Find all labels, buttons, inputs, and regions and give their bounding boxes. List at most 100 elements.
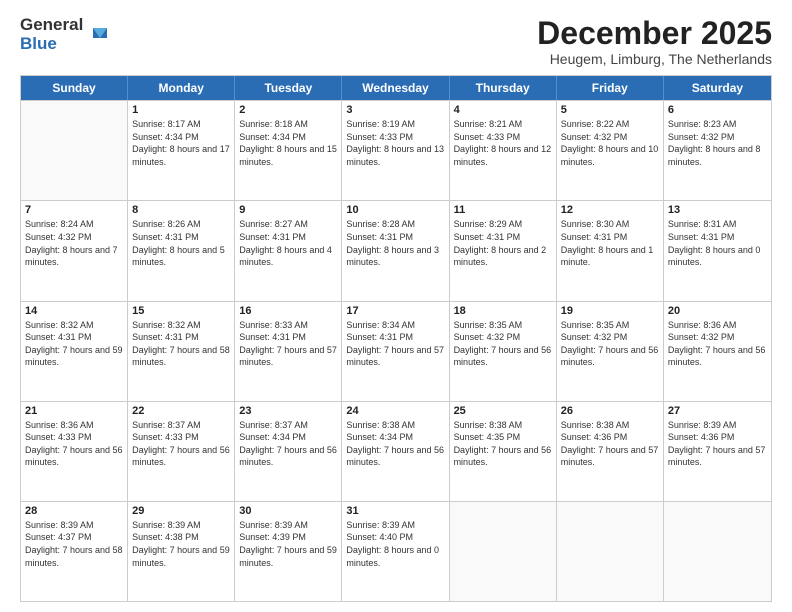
day-number: 18: [454, 305, 552, 317]
calendar-cell: [664, 502, 771, 601]
calendar-cell: 8Sunrise: 8:26 AM Sunset: 4:31 PM Daylig…: [128, 201, 235, 300]
day-number: 5: [561, 104, 659, 116]
location: Heugem, Limburg, The Netherlands: [537, 51, 772, 67]
day-number: 13: [668, 204, 767, 216]
header-day: Monday: [128, 76, 235, 100]
day-number: 11: [454, 204, 552, 216]
day-number: 29: [132, 505, 230, 517]
header: General Blue December 2025 Heugem, Limbu…: [20, 16, 772, 67]
calendar-row: 14 Sunrise: 8:32 AM Sunset: 4:31 PM Dayli…: [21, 301, 771, 401]
calendar-cell: 23 Sunrise: 8:37 AM Sunset: 4:34 PM Dayli…: [235, 402, 342, 501]
calendar: SundayMondayTuesdayWednesdayThursdayFrid…: [20, 75, 772, 602]
calendar-cell: 6 Sunrise: 8:23 AM Sunset: 4:32 PM Daylig…: [664, 101, 771, 200]
calendar-row: 1Sunrise: 8:17 AM Sunset: 4:34 PM Daylig…: [21, 100, 771, 200]
calendar-cell: 22 Sunrise: 8:37 AM Sunset: 4:33 PM Dayli…: [128, 402, 235, 501]
day-number: 19: [561, 305, 659, 317]
cell-details: Sunrise: 8:38 AM Sunset: 4:35 PM Dayligh…: [454, 419, 552, 469]
cell-details: Sunrise: 8:24 AM Sunset: 4:32 PM Dayligh…: [25, 218, 123, 268]
calendar-cell: 2 Sunrise: 8:18 AM Sunset: 4:34 PM Daylig…: [235, 101, 342, 200]
calendar-cell: 18 Sunrise: 8:35 AM Sunset: 4:32 PM Dayli…: [450, 302, 557, 401]
calendar-cell: 16Sunrise: 8:33 AM Sunset: 4:31 PM Dayli…: [235, 302, 342, 401]
day-number: 1: [132, 104, 230, 116]
calendar-cell: 28Sunrise: 8:39 AM Sunset: 4:37 PM Dayli…: [21, 502, 128, 601]
header-day: Sunday: [21, 76, 128, 100]
day-number: 12: [561, 204, 659, 216]
calendar-row: 28Sunrise: 8:39 AM Sunset: 4:37 PM Dayli…: [21, 501, 771, 601]
calendar-cell: 7 Sunrise: 8:24 AM Sunset: 4:32 PM Daylig…: [21, 201, 128, 300]
calendar-cell: 29 Sunrise: 8:39 AM Sunset: 4:38 PM Dayli…: [128, 502, 235, 601]
calendar-cell: 17Sunrise: 8:34 AM Sunset: 4:31 PM Dayli…: [342, 302, 449, 401]
day-number: 14: [25, 305, 123, 317]
cell-details: Sunrise: 8:39 AM Sunset: 4:36 PM Dayligh…: [668, 419, 767, 469]
header-day: Wednesday: [342, 76, 449, 100]
calendar-row: 21 Sunrise: 8:36 AM Sunset: 4:33 PM Dayli…: [21, 401, 771, 501]
logo-blue: Blue: [20, 35, 83, 54]
calendar-cell: 9Sunrise: 8:27 AM Sunset: 4:31 PM Daylig…: [235, 201, 342, 300]
day-number: 28: [25, 505, 123, 517]
day-number: 10: [346, 204, 444, 216]
title-block: December 2025 Heugem, Limburg, The Nethe…: [537, 16, 772, 67]
calendar-row: 7 Sunrise: 8:24 AM Sunset: 4:32 PM Daylig…: [21, 200, 771, 300]
cell-details: Sunrise: 8:38 AM Sunset: 4:36 PM Dayligh…: [561, 419, 659, 469]
cell-details: Sunrise: 8:39 AM Sunset: 4:40 PM Dayligh…: [346, 519, 444, 569]
calendar-cell: 25 Sunrise: 8:38 AM Sunset: 4:35 PM Dayli…: [450, 402, 557, 501]
month-title: December 2025: [537, 16, 772, 51]
cell-details: Sunrise: 8:33 AM Sunset: 4:31 PM Dayligh…: [239, 319, 337, 369]
calendar-cell: 3Sunrise: 8:19 AM Sunset: 4:33 PM Daylig…: [342, 101, 449, 200]
calendar-cell: 11 Sunrise: 8:29 AM Sunset: 4:31 PM Dayli…: [450, 201, 557, 300]
day-number: 7: [25, 204, 123, 216]
cell-details: Sunrise: 8:18 AM Sunset: 4:34 PM Dayligh…: [239, 118, 337, 168]
day-number: 27: [668, 405, 767, 417]
day-number: 24: [346, 405, 444, 417]
header-day: Thursday: [450, 76, 557, 100]
day-number: 31: [346, 505, 444, 517]
logo-icon: [85, 24, 107, 46]
header-day: Saturday: [664, 76, 771, 100]
cell-details: Sunrise: 8:37 AM Sunset: 4:34 PM Dayligh…: [239, 419, 337, 469]
calendar-cell: 5Sunrise: 8:22 AM Sunset: 4:32 PM Daylig…: [557, 101, 664, 200]
calendar-cell: 24 Sunrise: 8:38 AM Sunset: 4:34 PM Dayli…: [342, 402, 449, 501]
day-number: 26: [561, 405, 659, 417]
calendar-header: SundayMondayTuesdayWednesdayThursdayFrid…: [21, 76, 771, 100]
day-number: 2: [239, 104, 337, 116]
cell-details: Sunrise: 8:39 AM Sunset: 4:38 PM Dayligh…: [132, 519, 230, 569]
day-number: 25: [454, 405, 552, 417]
cell-details: Sunrise: 8:37 AM Sunset: 4:33 PM Dayligh…: [132, 419, 230, 469]
day-number: 3: [346, 104, 444, 116]
calendar-cell: 26 Sunrise: 8:38 AM Sunset: 4:36 PM Dayli…: [557, 402, 664, 501]
cell-details: Sunrise: 8:28 AM Sunset: 4:31 PM Dayligh…: [346, 218, 444, 268]
cell-details: Sunrise: 8:38 AM Sunset: 4:34 PM Dayligh…: [346, 419, 444, 469]
calendar-cell: 27 Sunrise: 8:39 AM Sunset: 4:36 PM Dayli…: [664, 402, 771, 501]
cell-details: Sunrise: 8:39 AM Sunset: 4:39 PM Dayligh…: [239, 519, 337, 569]
calendar-cell: 31 Sunrise: 8:39 AM Sunset: 4:40 PM Dayli…: [342, 502, 449, 601]
cell-details: Sunrise: 8:27 AM Sunset: 4:31 PM Dayligh…: [239, 218, 337, 268]
calendar-cell: [450, 502, 557, 601]
calendar-cell: 13Sunrise: 8:31 AM Sunset: 4:31 PM Dayli…: [664, 201, 771, 300]
calendar-cell: 20Sunrise: 8:36 AM Sunset: 4:32 PM Dayli…: [664, 302, 771, 401]
cell-details: Sunrise: 8:36 AM Sunset: 4:33 PM Dayligh…: [25, 419, 123, 469]
cell-details: Sunrise: 8:32 AM Sunset: 4:31 PM Dayligh…: [25, 319, 123, 369]
day-number: 6: [668, 104, 767, 116]
cell-details: Sunrise: 8:29 AM Sunset: 4:31 PM Dayligh…: [454, 218, 552, 268]
page: General Blue December 2025 Heugem, Limbu…: [0, 0, 792, 612]
day-number: 22: [132, 405, 230, 417]
logo: General Blue: [20, 16, 107, 53]
calendar-cell: [21, 101, 128, 200]
cell-details: Sunrise: 8:32 AM Sunset: 4:31 PM Dayligh…: [132, 319, 230, 369]
day-number: 17: [346, 305, 444, 317]
header-day: Tuesday: [235, 76, 342, 100]
day-number: 23: [239, 405, 337, 417]
day-number: 4: [454, 104, 552, 116]
cell-details: Sunrise: 8:35 AM Sunset: 4:32 PM Dayligh…: [454, 319, 552, 369]
header-day: Friday: [557, 76, 664, 100]
logo-general: General: [20, 16, 83, 35]
calendar-cell: 10 Sunrise: 8:28 AM Sunset: 4:31 PM Dayli…: [342, 201, 449, 300]
cell-details: Sunrise: 8:23 AM Sunset: 4:32 PM Dayligh…: [668, 118, 767, 168]
cell-details: Sunrise: 8:30 AM Sunset: 4:31 PM Dayligh…: [561, 218, 659, 268]
cell-details: Sunrise: 8:35 AM Sunset: 4:32 PM Dayligh…: [561, 319, 659, 369]
cell-details: Sunrise: 8:21 AM Sunset: 4:33 PM Dayligh…: [454, 118, 552, 168]
calendar-cell: 30Sunrise: 8:39 AM Sunset: 4:39 PM Dayli…: [235, 502, 342, 601]
day-number: 21: [25, 405, 123, 417]
calendar-cell: 4 Sunrise: 8:21 AM Sunset: 4:33 PM Daylig…: [450, 101, 557, 200]
day-number: 15: [132, 305, 230, 317]
